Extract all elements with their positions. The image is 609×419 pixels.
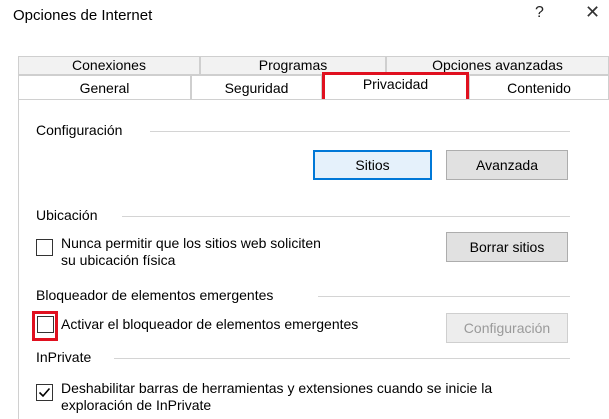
popup-checkbox-label: Activar el bloqueador de elementos emerg…	[61, 316, 359, 332]
advanced-button[interactable]: Avanzada	[446, 150, 568, 180]
popup-checkbox[interactable]	[37, 316, 54, 333]
inprivate-divider	[114, 358, 570, 359]
tab-seguridad[interactable]: Seguridad	[191, 75, 322, 100]
inprivate-heading: InPrivate	[36, 349, 92, 365]
clear-sites-button[interactable]: Borrar sitios	[446, 232, 568, 262]
window-title: Opciones de Internet	[13, 7, 153, 24]
inprivate-checkbox-label-2: exploración de InPrivate	[61, 397, 212, 413]
tab-privacidad[interactable]: Privacidad	[322, 72, 469, 100]
tab-strip: Conexiones Programas Opciones avanzadas …	[0, 48, 609, 102]
location-divider	[122, 216, 570, 217]
location-checkbox-label-2: su ubicación física	[61, 252, 176, 268]
config-heading: Configuración	[36, 122, 123, 138]
inprivate-checkbox-label-1: Deshabilitar barras de herramientas y ex…	[61, 380, 493, 396]
close-icon[interactable]: ✕	[585, 2, 600, 23]
tab-conexiones[interactable]: Conexiones	[18, 56, 200, 75]
location-heading: Ubicación	[36, 207, 98, 223]
checkmark-icon	[38, 387, 51, 398]
location-checkbox[interactable]	[36, 239, 53, 256]
popup-divider	[318, 296, 570, 297]
tab-contenido[interactable]: Contenido	[469, 75, 609, 100]
sites-button[interactable]: Sitios	[313, 150, 432, 180]
inprivate-checkbox[interactable]	[36, 384, 53, 401]
tab-general[interactable]: General	[18, 75, 191, 100]
config-divider	[150, 131, 570, 132]
popup-settings-button[interactable]: Configuración	[446, 313, 568, 343]
popup-heading: Bloqueador de elementos emergentes	[36, 287, 274, 303]
help-icon[interactable]: ?	[535, 4, 544, 22]
location-checkbox-label-1: Nunca permitir que los sitios web solici…	[61, 235, 321, 251]
